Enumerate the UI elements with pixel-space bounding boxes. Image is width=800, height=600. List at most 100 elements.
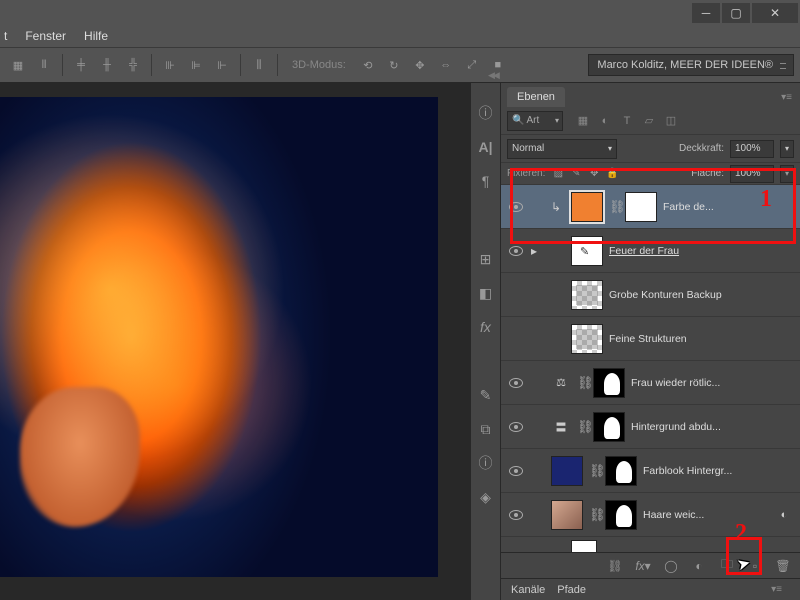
adjustments-icon[interactable]: fx [476, 317, 496, 337]
link-mask-icon[interactable]: ⛓ [577, 375, 587, 391]
delete-layer-icon[interactable]: 🗑 [774, 557, 792, 575]
layer-name[interactable]: Farbe de... [663, 201, 794, 213]
link-mask-icon[interactable]: ⛓ [609, 199, 619, 215]
layer-mask-thumbnail[interactable] [593, 368, 625, 398]
layer-row[interactable]: Grobe Konturen Backup [501, 273, 800, 317]
distribute-icon[interactable]: ⊫ [184, 53, 208, 77]
layer-row[interactable]: 〓 ⛓ Hintergrund abdu... [501, 405, 800, 449]
layer-name[interactable]: Feuer der Frau [609, 245, 794, 257]
layer-name[interactable]: Farblook Hintergr... [643, 465, 794, 477]
layer-effects-icon[interactable]: fx▾ [634, 557, 652, 575]
visibility-toggle[interactable] [507, 462, 525, 480]
layer-mask-thumbnail[interactable]: ✎ [571, 236, 603, 266]
info-icon[interactable]: ⓘ [476, 453, 496, 473]
visibility-toggle[interactable] [507, 374, 525, 392]
layer-mask-thumbnail[interactable] [593, 412, 625, 442]
layer-filter-select[interactable]: 🔍Art [507, 111, 563, 131]
3d-pan-icon[interactable]: ✥ [408, 53, 432, 77]
distribute-icon[interactable]: ⊪ [158, 53, 182, 77]
navigator-icon[interactable]: ◈ [476, 487, 496, 507]
layer-thumbnail[interactable] [571, 192, 603, 222]
group-expand-icon[interactable]: ▸ [531, 244, 545, 258]
distribute-icon[interactable]: ╬ [121, 53, 145, 77]
blend-mode-select[interactable]: Normal [507, 139, 617, 159]
layer-row[interactable]: Feine Strukturen [501, 317, 800, 361]
align-icon[interactable]: ▦ [6, 53, 30, 77]
brush-icon[interactable]: ✎ [476, 385, 496, 405]
fill-input[interactable]: 100% [730, 165, 774, 183]
color-icon[interactable]: ◧ [476, 283, 496, 303]
swatches-icon[interactable]: ⊞ [476, 249, 496, 269]
history-icon[interactable]: ⓘ [476, 103, 496, 123]
link-mask-icon[interactable]: ⛓ [589, 463, 599, 479]
3d-slide-icon[interactable]: ⇔ [434, 53, 458, 77]
paragraph-icon[interactable]: ¶ [476, 171, 496, 191]
collapse-panels-icon[interactable]: ◀◀ [488, 70, 498, 81]
panel-menu-icon[interactable]: ▾≡ [773, 88, 800, 107]
clone-icon[interactable]: ⧉ [476, 419, 496, 439]
layer-name[interactable]: Hintergrund abdu... [631, 421, 794, 433]
link-mask-icon[interactable]: ⛓ [577, 419, 587, 435]
layer-mask-thumbnail[interactable] [605, 500, 637, 530]
layer-row[interactable]: ⛓ Farblook Hintergr... [501, 449, 800, 493]
user-dropdown[interactable]: Marco Kolditz, MEER DER IDEEN® [588, 54, 794, 76]
menu-item-0[interactable]: t [4, 29, 7, 43]
close-button[interactable]: ✕ [752, 3, 798, 23]
distribute-icon[interactable]: ╫ [95, 53, 119, 77]
menu-item-hilfe[interactable]: Hilfe [84, 29, 108, 43]
character-icon[interactable]: A| [476, 137, 496, 157]
layer-name[interactable]: Frau wieder rötlic... [631, 377, 794, 389]
fill-dropdown-icon[interactable]: ▾ [780, 165, 794, 183]
minimize-button[interactable]: ─ [692, 3, 720, 23]
layer-thumbnail[interactable] [551, 456, 583, 486]
layer-name[interactable]: Grobe Konturen Backup [609, 289, 794, 301]
tab-kanaele[interactable]: Kanäle [511, 584, 545, 596]
3d-roll-icon[interactable]: ↻ [382, 53, 406, 77]
layer-row[interactable] [501, 537, 800, 552]
layer-row[interactable]: ⚖ ⛓ Frau wieder rötlic... [501, 361, 800, 405]
layer-name[interactable]: Haare weic... [643, 509, 768, 521]
opacity-input[interactable]: 100% [730, 140, 774, 158]
layer-name[interactable]: Feine Strukturen [609, 333, 794, 345]
panel-menu-icon[interactable]: ▾≡ [763, 580, 790, 599]
layer-row[interactable]: ↳ ⛓ Farbe de... [501, 185, 800, 229]
layer-row[interactable]: ▸ ✎ Feuer der Frau [501, 229, 800, 273]
lock-position-icon[interactable]: ✥ [587, 167, 601, 181]
visibility-toggle[interactable] [507, 330, 525, 348]
layer-thumbnail[interactable] [551, 500, 583, 530]
filter-type-icon[interactable]: T [619, 113, 635, 129]
layer-thumbnail[interactable] [571, 280, 603, 310]
opacity-dropdown-icon[interactable]: ▾ [780, 140, 794, 158]
visibility-toggle[interactable] [507, 198, 525, 216]
visibility-toggle[interactable] [507, 418, 525, 436]
layer-row[interactable]: ⛓ Haare weic... ◐ [501, 493, 800, 537]
layer-mask-thumbnail[interactable] [625, 192, 657, 222]
filter-smart-icon[interactable]: ◫ [663, 113, 679, 129]
tab-pfade[interactable]: Pfade [557, 584, 586, 596]
add-mask-icon[interactable]: ◯ [662, 557, 680, 575]
link-layers-icon[interactable]: ⛓ [606, 557, 624, 575]
align-icon[interactable]: ⫴ [32, 53, 56, 77]
canvas-area[interactable] [0, 83, 470, 600]
new-adjustment-icon[interactable]: ◐ [690, 557, 708, 575]
lock-pixels-icon[interactable]: ✎ [569, 167, 583, 181]
maximize-button[interactable]: ▢ [722, 3, 750, 23]
new-group-icon[interactable]: 🗀 [718, 557, 736, 575]
3d-orbit-icon[interactable]: ⟲ [356, 53, 380, 77]
layer-thumbnail[interactable] [571, 324, 603, 354]
layer-mask-thumbnail[interactable] [605, 456, 637, 486]
arrange-icon[interactable]: ⫼ [247, 53, 271, 77]
filter-adjust-icon[interactable]: ◐ [597, 113, 613, 129]
visibility-toggle[interactable] [507, 242, 525, 260]
menu-item-fenster[interactable]: Fenster [25, 29, 66, 43]
link-mask-icon[interactable]: ⛓ [589, 507, 599, 523]
visibility-toggle[interactable] [507, 506, 525, 524]
distribute-icon[interactable]: ⊩ [210, 53, 234, 77]
filter-shape-icon[interactable]: ▱ [641, 113, 657, 129]
lock-transparent-icon[interactable]: ▨ [551, 167, 565, 181]
smart-filter-icon[interactable]: ◐ [774, 509, 794, 521]
distribute-icon[interactable]: ╪ [69, 53, 93, 77]
tab-ebenen[interactable]: Ebenen [507, 87, 565, 107]
filter-mask-thumbnail[interactable] [571, 540, 597, 553]
filter-pixel-icon[interactable]: ▦ [575, 113, 591, 129]
